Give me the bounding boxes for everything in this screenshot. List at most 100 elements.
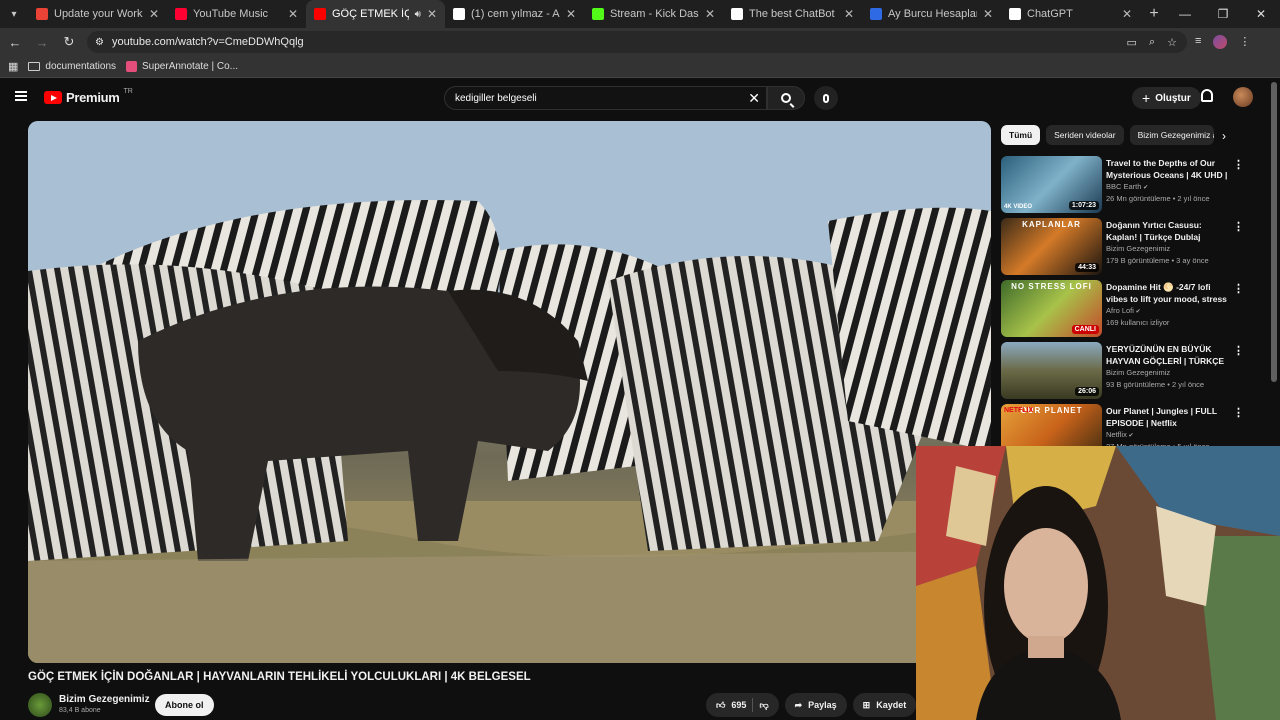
voice-search-button[interactable]	[814, 86, 838, 110]
browser-tab[interactable]: The best ChatBot and W ✕	[723, 0, 862, 28]
plus-icon: +	[1142, 90, 1151, 106]
notifications-bell-icon[interactable]	[1201, 89, 1213, 102]
browser-tab[interactable]: Update your Workzone p ✕	[28, 0, 167, 28]
related-video-title[interactable]: Travel to the Depths of Our Mysterious O…	[1106, 158, 1228, 181]
thumbs-down-icon[interactable]: 👎︎	[759, 700, 768, 711]
related-channel-name: Bizim Gezegenimiz	[1106, 368, 1171, 377]
more-options-icon[interactable]: ⋮	[1233, 344, 1244, 357]
close-tab-icon[interactable]: ✕	[705, 7, 715, 21]
new-tab-button[interactable]: +	[1140, 5, 1168, 23]
chatgpt-icon	[1009, 8, 1021, 20]
related-channel[interactable]: BBC Earth ✔	[1106, 182, 1148, 191]
close-tab-icon[interactable]: ✕	[1122, 7, 1132, 21]
back-arrow-icon[interactable]: ←	[3, 30, 27, 54]
bookmark-superannotate[interactable]: SuperAnnotate | Co...	[126, 61, 238, 72]
close-tab-icon[interactable]: ✕	[566, 7, 576, 21]
related-channel[interactable]: Bizim Gezegenimiz	[1106, 244, 1170, 253]
menu-icon[interactable]	[15, 91, 27, 101]
more-options-icon[interactable]: ⋮	[1233, 406, 1244, 419]
site-info-icon[interactable]: ⚙	[95, 37, 104, 48]
divider	[752, 698, 754, 712]
video-thumbnail[interactable]: 4K VIDEO 1:07:23	[1001, 156, 1102, 213]
close-tab-icon[interactable]: ✕	[983, 7, 993, 21]
thumbnail-label: 4K VIDEO	[1004, 204, 1033, 210]
folder-icon	[28, 62, 41, 71]
close-tab-icon[interactable]: ✕	[288, 7, 298, 21]
chip-all[interactable]: Tümü	[1001, 125, 1041, 145]
browser-tab[interactable]: Ay Burcu Hesaplama - H ✕	[862, 0, 1001, 28]
apps-grid-icon[interactable]: ▦	[8, 60, 18, 73]
search-button[interactable]	[767, 86, 805, 110]
video-player[interactable]	[28, 121, 991, 663]
related-video-item[interactable]: 4K VIDEO 1:07:23 Travel to the Depths of O…	[1001, 156, 1251, 218]
related-video-title[interactable]: Dopamine Hit 🌕 -24/7 lofi vibes to lift …	[1106, 282, 1228, 305]
zoom-icon[interactable]: ⌕	[1149, 36, 1155, 49]
like-button[interactable]: 👍︎ 695	[716, 700, 746, 711]
thumbnail-title-text: NO STRESS LOFI	[1011, 282, 1092, 291]
browser-menu-icon[interactable]: ⋮	[1239, 35, 1250, 49]
account-avatar[interactable]	[1233, 87, 1253, 107]
address-bar[interactable]: ⚙ youtube.com/watch?v=CmeDDWhQqlg ▭ ⌕ ☆	[87, 31, 1187, 53]
video-thumbnail[interactable]: 26:06	[1001, 342, 1102, 399]
more-options-icon[interactable]: ⋮	[1233, 282, 1244, 295]
related-channel[interactable]: Netflix ✔	[1106, 430, 1134, 439]
bookmark-star-icon[interactable]: ☆	[1167, 36, 1177, 49]
share-button[interactable]: ➦ Paylaş	[784, 693, 847, 717]
minimize-icon[interactable]: —	[1166, 0, 1204, 28]
tab-search-icon[interactable]: ▾	[0, 0, 28, 28]
more-options-icon[interactable]: ⋮	[1233, 220, 1244, 233]
clear-search-icon[interactable]: ✕	[748, 90, 760, 107]
related-video-item[interactable]: NO STRESS LOFI CANLI Dopamine Hit 🌕 -24/7 …	[1001, 280, 1251, 342]
save-button[interactable]: ⊞ Kaydet	[852, 693, 917, 717]
tab-title: ChatGPT	[1027, 8, 1073, 20]
youtube-logo[interactable]: Premium TR	[44, 88, 133, 105]
related-video-item[interactable]: 26:06 YERYÜZÜNÜN EN BÜYÜK HAYVAN GÖÇLERİ …	[1001, 342, 1251, 404]
duration-badge: 1:07:23	[1068, 201, 1099, 210]
browser-tab[interactable]: ChatGPT ✕	[1001, 0, 1140, 28]
chip-series[interactable]: Seriden videolar	[1046, 125, 1124, 145]
related-channel[interactable]: Afro Lofi ✔	[1106, 306, 1141, 315]
related-video-title[interactable]: Doğanın Yırtıcı Casusu: Kaplan! | Türkçe…	[1106, 220, 1228, 243]
tab-title: YouTube Music	[193, 8, 269, 20]
restore-icon[interactable]: ❐	[1204, 0, 1242, 28]
video-thumbnail[interactable]: NO STRESS LOFI CANLI	[1001, 280, 1102, 337]
reload-icon[interactable]: ↻	[57, 30, 81, 54]
bookmark-documentations[interactable]: documentations	[28, 61, 116, 72]
close-tab-icon[interactable]: ✕	[844, 7, 854, 21]
chevron-right-icon[interactable]: ›	[1222, 129, 1226, 143]
related-video-meta: 179 B görüntüleme • 3 ay önce	[1106, 256, 1209, 265]
forward-arrow-icon[interactable]: →	[30, 30, 54, 54]
subscribe-button[interactable]: Abone ol	[155, 694, 214, 716]
media-controls-icon[interactable]: ≡	[1195, 35, 1201, 49]
close-window-icon[interactable]: ✕	[1242, 0, 1280, 28]
kick-icon	[592, 8, 604, 20]
audio-playing-icon[interactable]: 🔊︎	[415, 9, 421, 20]
cast-icon[interactable]: ▭	[1127, 36, 1137, 49]
verified-check-icon: ✔	[1133, 309, 1141, 315]
profile-icon[interactable]	[1213, 35, 1228, 49]
page-scrollbar[interactable]	[1271, 82, 1277, 382]
related-video-meta: 93 B görüntüleme • 2 yıl önce	[1106, 380, 1205, 389]
channel-name[interactable]: Bizim Gezegenimiz	[59, 694, 150, 705]
browser-tab[interactable]: (1) cem yılmaz - Arama / ✕	[445, 0, 584, 28]
window-controls: — ❐ ✕	[1166, 0, 1280, 28]
browser-tab[interactable]: Stream - Kick Dashboard ✕	[584, 0, 723, 28]
browser-tab[interactable]: GÖÇ ETMEK İÇİN DO 🔊︎ ✕	[306, 0, 445, 28]
youtube-music-icon	[175, 8, 187, 20]
related-video-item[interactable]: KAPLANLAR 44:33 Doğanın Yırtıcı Casusu: Ka…	[1001, 218, 1251, 280]
create-button[interactable]: + Oluştur	[1132, 87, 1201, 109]
chip-channel[interactable]: Bizim Gezegenimiz ac	[1129, 125, 1214, 145]
related-video-title[interactable]: YERYÜZÜNÜN EN BÜYÜK HAYVAN GÖÇLERİ | TÜR…	[1106, 344, 1228, 367]
tab-title: Update your Workzone p	[54, 8, 143, 20]
browser-tab[interactable]: YouTube Music ✕	[167, 0, 306, 28]
close-tab-icon[interactable]: ✕	[149, 7, 159, 21]
related-channel[interactable]: Bizim Gezegenimiz	[1106, 368, 1170, 377]
more-options-icon[interactable]: ⋮	[1233, 158, 1244, 171]
related-filter-chips: Tümü Seriden videolar Bizim Gezegenimiz …	[1001, 125, 1214, 145]
search-input[interactable]: kedigiller belgeseli ✕	[444, 86, 767, 110]
channel-avatar[interactable]	[28, 693, 52, 717]
close-tab-icon[interactable]: ✕	[427, 7, 437, 21]
video-thumbnail[interactable]: KAPLANLAR 44:33	[1001, 218, 1102, 275]
related-video-title[interactable]: Our Planet | Jungles | FULL EPISODE | Ne…	[1106, 406, 1228, 429]
browser-toolbar: ← → ↻ ⚙ youtube.com/watch?v=CmeDDWhQqlg …	[0, 28, 1280, 56]
